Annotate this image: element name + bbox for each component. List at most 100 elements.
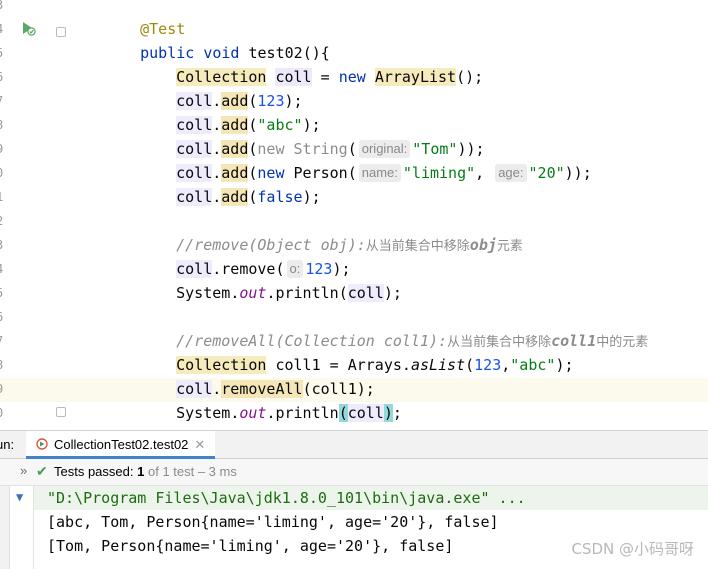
line-number: 0 bbox=[0, 166, 8, 180]
static-field: out bbox=[239, 284, 267, 302]
line-number: 7 bbox=[0, 94, 8, 108]
string-literal: "abc" bbox=[510, 356, 556, 374]
code-line: coll.add(123); bbox=[140, 65, 303, 110]
code-line-method-signature: public void test02(){ bbox=[104, 17, 330, 62]
watermark: CSDN @小码哥呀 bbox=[571, 540, 694, 558]
code-line-current: System.out.println(coll); bbox=[140, 377, 402, 422]
punctuation: ( bbox=[338, 284, 348, 302]
code-line: coll.add(new String(original: "Tom")); bbox=[140, 113, 485, 158]
line-number: 9 bbox=[0, 382, 8, 396]
tab-title: CollectionTest02.test02 bbox=[54, 437, 189, 452]
keyword: false bbox=[257, 188, 303, 206]
test-tree-strip: ▼ bbox=[10, 486, 34, 569]
punctuation: , bbox=[501, 356, 511, 374]
punctuation: (); bbox=[456, 68, 484, 86]
tests-passed-detail: of 1 test – 3 ms bbox=[147, 464, 237, 479]
console-output-line: [Tom, Person{name='liming', age='20'}, f… bbox=[47, 537, 454, 555]
method-call: println bbox=[275, 404, 339, 422]
method-call: add bbox=[221, 188, 249, 206]
comment: obj bbox=[469, 236, 497, 254]
punctuation: ; bbox=[392, 404, 402, 422]
punctuation: )); bbox=[564, 164, 592, 182]
tests-passed-count: 1 bbox=[137, 464, 145, 479]
class-name: System bbox=[176, 404, 231, 422]
variable: coll bbox=[347, 284, 384, 302]
code-line: coll.add(new Person(name: "liming", age: "… bbox=[140, 137, 592, 182]
test-status-toolbar: » ✔ Tests passed: 1 of 1 test – 3 ms bbox=[0, 459, 708, 486]
chevron-right-icon[interactable]: » bbox=[20, 463, 27, 478]
punctuation: ( bbox=[347, 164, 357, 182]
punctuation: ( bbox=[465, 356, 475, 374]
punctuation: ); bbox=[555, 356, 574, 374]
run-test-gutter-icon[interactable] bbox=[20, 20, 36, 36]
punctuation: . bbox=[212, 188, 222, 206]
triangle-down-icon[interactable]: ▼ bbox=[16, 490, 23, 504]
punctuation: . bbox=[230, 404, 240, 422]
static-field: out bbox=[239, 404, 267, 422]
code-line: } bbox=[104, 401, 149, 430]
code-editor[interactable]: 3 4 5 6 7 8 9 0 1 2 3 4 5 6 7 8 9 0 @Tes… bbox=[0, 0, 708, 430]
method-call: println bbox=[275, 284, 339, 302]
run-label: un: bbox=[0, 437, 15, 452]
console-output-line: [abc, Tom, Person{name='liming', age='20… bbox=[47, 513, 499, 531]
code-line: coll.remove(o: 123); bbox=[140, 233, 351, 278]
line-number: 8 bbox=[0, 358, 8, 372]
class-name: System bbox=[176, 284, 231, 302]
fold-marker[interactable] bbox=[56, 407, 66, 417]
keyword: new bbox=[338, 68, 366, 86]
punctuation: ); bbox=[383, 284, 402, 302]
matched-paren: ( bbox=[338, 404, 348, 422]
line-number: 5 bbox=[0, 46, 8, 60]
test-tab-icon bbox=[36, 438, 48, 450]
punctuation: , bbox=[475, 164, 485, 182]
parameter-hint: age: bbox=[495, 164, 527, 182]
run-tool-window-tabbar: un: CollectionTest02.test02 ✕ bbox=[0, 430, 708, 459]
code-line: coll.add(false); bbox=[140, 161, 321, 206]
string-literal: "liming" bbox=[402, 164, 476, 182]
line-number: 0 bbox=[0, 406, 8, 420]
number-literal: 123 bbox=[474, 356, 502, 374]
string-literal: "20" bbox=[528, 164, 565, 182]
code-line: coll.removeAll(coll1); bbox=[140, 353, 375, 398]
punctuation: ); bbox=[302, 188, 321, 206]
line-number: 4 bbox=[0, 262, 8, 276]
code-line: System.out.println(coll); bbox=[140, 257, 402, 302]
line-number: 2 bbox=[0, 214, 8, 228]
line-number: 4 bbox=[0, 22, 8, 36]
punctuation: . bbox=[230, 284, 240, 302]
line-number: 3 bbox=[0, 238, 8, 252]
line-number: 7 bbox=[0, 334, 8, 348]
console-command-line: "D:\Program Files\Java\jdk1.8.0_101\bin\… bbox=[47, 489, 526, 507]
tests-passed-status: Tests passed: 1 of 1 test – 3 ms bbox=[54, 464, 237, 479]
code-line-comment: //removeAll(Collection coll1):从当前集合中移除co… bbox=[140, 305, 648, 350]
method-call: asList bbox=[410, 356, 466, 374]
code-line: Collection coll1 = Arrays.asList(123,"ab… bbox=[140, 329, 574, 374]
code-line-annotation: @Test bbox=[104, 0, 185, 38]
line-number: 6 bbox=[0, 310, 8, 324]
comment: 中的元素 bbox=[596, 335, 649, 350]
line-number: 5 bbox=[0, 286, 8, 300]
close-icon[interactable]: ✕ bbox=[194, 437, 205, 452]
line-number: 3 bbox=[0, 0, 8, 12]
code-line: coll.add("abc"); bbox=[140, 89, 321, 134]
check-icon: ✔ bbox=[36, 463, 48, 479]
variable: coll bbox=[176, 188, 213, 206]
operator: = bbox=[311, 68, 339, 86]
comment: 元素 bbox=[496, 239, 523, 254]
tests-passed-label: Tests passed: bbox=[54, 464, 134, 479]
code-line: Collection coll = new ArrayList(); bbox=[140, 41, 483, 86]
punctuation: . bbox=[401, 356, 411, 374]
line-number: 8 bbox=[0, 118, 8, 132]
parameter-hint: name: bbox=[358, 164, 401, 182]
line-number: 9 bbox=[0, 142, 8, 156]
matched-paren: ) bbox=[383, 404, 393, 422]
fold-marker[interactable] bbox=[56, 27, 66, 37]
run-side-toolbar bbox=[0, 486, 10, 569]
tab-run-configuration[interactable]: CollectionTest02.test02 ✕ bbox=[26, 431, 216, 459]
variable: coll bbox=[347, 404, 384, 422]
line-number: 1 bbox=[0, 190, 8, 204]
code-line-comment: //remove(Object obj):从当前集合中移除obj元素 bbox=[140, 209, 523, 254]
type-name: ArrayList bbox=[374, 68, 457, 86]
comment: 从当前集合中移除 bbox=[365, 239, 470, 254]
line-number: 6 bbox=[0, 70, 8, 84]
